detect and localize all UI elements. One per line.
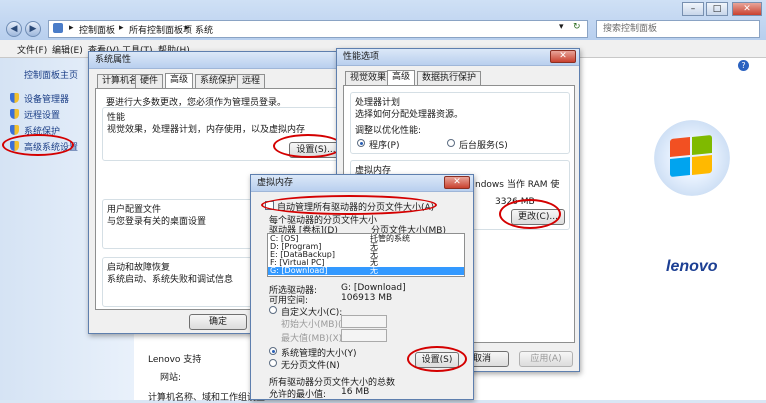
refresh-icon[interactable]: ↻ — [573, 22, 581, 32]
dialog-title: 虚拟内存 — [251, 175, 473, 192]
adjust-label: 调整以优化性能: — [355, 126, 422, 136]
device-manager-link[interactable]: 设备管理器 — [24, 92, 69, 105]
highlight-ring — [2, 134, 74, 156]
table-row-selected[interactable]: G: [Download] 无 — [268, 267, 464, 275]
tab-hardware[interactable]: 硬件 — [135, 74, 164, 88]
shield-icon — [10, 125, 19, 135]
shield-icon — [10, 109, 19, 119]
back-icon[interactable]: ◀ — [6, 21, 22, 37]
address-bar[interactable]: ▸ 控制面板 ▸ 所有控制面板项 ▸ 系统 ▾ ↻ — [48, 20, 588, 38]
dialog-title: 系统属性 — [89, 52, 359, 69]
highlight-ring — [499, 199, 561, 229]
tab-advanced[interactable]: 高级 — [165, 73, 194, 88]
group-desc: 与您登录有关的桌面设置 — [107, 217, 207, 227]
services-label: 后台服务(S) — [459, 141, 508, 151]
tab-system-protection[interactable]: 系统保护 — [195, 74, 242, 88]
no-paging-label: 无分页文件(N) — [281, 361, 340, 371]
group-desc: 系统启动、系统失败和调试信息 — [107, 275, 234, 285]
processor-scheduling-group: 处理器计划 选择如何分配处理器资源。 调整以优化性能: 程序(P) 后台服务(S… — [350, 92, 570, 154]
highlight-ring — [273, 134, 343, 158]
title-bar: – □ ✕ ◀ ▶ ▸ 控制面板 ▸ 所有控制面板项 ▸ 系统 ▾ ↻ 搜索控制… — [0, 0, 766, 40]
min-value: 16 MB — [341, 387, 370, 397]
programs-radio[interactable] — [357, 139, 365, 147]
lenovo-logo: lenovo — [666, 258, 718, 275]
forward-icon[interactable]: ▶ — [25, 21, 41, 37]
programs-label: 程序(P) — [369, 141, 400, 151]
custom-size-radio[interactable] — [269, 306, 277, 314]
search-input[interactable]: 搜索控制面板 — [596, 20, 760, 38]
services-radio[interactable] — [447, 139, 455, 147]
dialog-title: 性能选项 — [337, 49, 579, 66]
control-panel-icon — [53, 23, 63, 33]
virtual-memory-dialog: 虚拟内存 ✕ 自动管理所有驱动器的分页文件大小(A) 每个驱动器的分页文件大小 … — [250, 174, 474, 400]
highlight-ring — [407, 346, 467, 372]
breadcrumb-item[interactable]: 系统 — [195, 23, 213, 36]
vm-desc-fragment: ndows 当作 RAM 使 — [475, 180, 560, 190]
group-desc: 视觉效果，处理器计划，内存使用，以及虚拟内存 — [107, 125, 306, 135]
minimize-button[interactable]: – — [682, 2, 704, 16]
breadcrumb-sep-icon: ▸ — [69, 23, 74, 33]
menu-file[interactable]: 文件(F) — [17, 43, 47, 56]
apply-button[interactable]: 应用(A) — [519, 351, 573, 367]
group-desc: 选择如何分配处理器资源。 — [355, 110, 464, 120]
tab-remote[interactable]: 远程 — [237, 74, 266, 88]
support-label: Lenovo 支持 — [148, 355, 202, 365]
tab-dep[interactable]: 数据执行保护 — [417, 71, 482, 85]
website-label: 网站: — [160, 373, 182, 383]
highlight-ring — [261, 195, 437, 215]
close-button[interactable]: ✕ — [732, 2, 762, 16]
min-label: 允许的最小值: — [269, 390, 327, 400]
breadcrumb-item[interactable]: 所有控制面板项 — [129, 23, 192, 36]
max-size-input[interactable] — [341, 329, 387, 342]
shield-icon — [10, 93, 19, 103]
menu-edit[interactable]: 编辑(E) — [52, 43, 83, 56]
breadcrumb-sep-icon: ▸ — [119, 23, 124, 33]
ok-button[interactable]: 确定 — [189, 314, 247, 330]
windows-logo-icon — [654, 120, 730, 196]
system-managed-radio[interactable] — [269, 347, 277, 355]
breadcrumb-item[interactable]: 控制面板 — [79, 23, 115, 36]
tab-visual-effects[interactable]: 视觉效果 — [345, 71, 392, 85]
maximize-button[interactable]: □ — [706, 2, 728, 16]
help-icon[interactable]: ? — [738, 60, 749, 71]
no-paging-radio[interactable] — [269, 359, 277, 367]
selected-drive-value: G: [Download] — [341, 283, 406, 293]
control-panel-home-link[interactable]: 控制面板主页 — [24, 68, 78, 81]
remote-settings-link[interactable]: 远程设置 — [24, 108, 60, 121]
space-value: 106913 MB — [341, 293, 393, 303]
computer-name-section-label: 计算机名称、域和工作组设置 — [148, 393, 266, 403]
close-icon[interactable]: ✕ — [444, 176, 470, 189]
tab-advanced[interactable]: 高级 — [387, 70, 416, 85]
dropdown-icon[interactable]: ▾ — [559, 22, 564, 32]
initial-size-input[interactable] — [341, 315, 387, 328]
max-size-label: 最大值(MB)(X): — [281, 334, 346, 344]
breadcrumb-sep-icon: ▸ — [185, 23, 190, 33]
close-icon[interactable]: ✕ — [550, 50, 576, 63]
drive-list[interactable]: C: [OS] 托管的系统 D: [Program] 无 E: [DataBacku… — [267, 233, 465, 277]
